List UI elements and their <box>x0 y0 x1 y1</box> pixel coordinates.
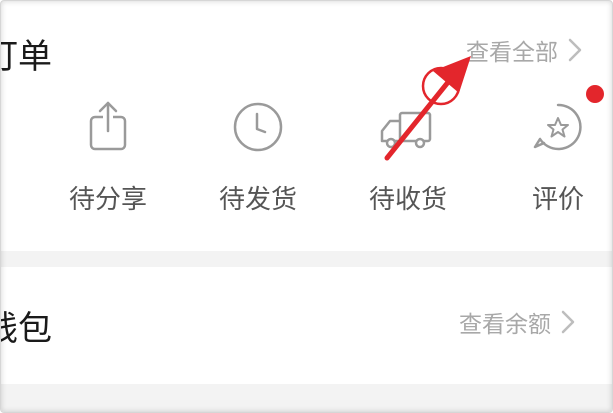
chevron-right-icon <box>568 38 582 62</box>
order-status-label: 待发货 <box>218 185 297 215</box>
share-icon <box>89 101 127 151</box>
orders-panel: 订单 查看全部 待分享 待发货 待收货 <box>0 0 613 413</box>
view-all-orders-link[interactable]: 查看全部 <box>466 33 586 67</box>
view-balance-link[interactable]: 查看余额 <box>459 305 579 339</box>
order-status-to-ship[interactable]: 待发货 <box>203 99 313 216</box>
order-status-to-share[interactable]: 待分享 <box>53 99 163 216</box>
order-status-to-receive[interactable]: 待收货 <box>353 99 463 216</box>
wallet-title: 钱包 <box>1 309 52 349</box>
review-icon <box>533 103 582 151</box>
section-divider <box>1 251 612 267</box>
order-status-label: 待收货 <box>368 185 447 215</box>
view-all-label: 查看全部 <box>466 40 558 66</box>
order-status-label: 评价 <box>531 185 584 215</box>
chevron-right-icon <box>561 310 575 334</box>
section-divider <box>1 384 612 412</box>
notification-dot <box>586 85 604 103</box>
truck-icon <box>380 111 432 149</box>
order-status-label: 待分享 <box>68 185 147 215</box>
orders-title: 订单 <box>1 37 52 77</box>
order-status-review[interactable]: 评价 <box>503 99 612 216</box>
clock-icon <box>233 102 283 152</box>
view-balance-label: 查看余额 <box>459 312 551 338</box>
